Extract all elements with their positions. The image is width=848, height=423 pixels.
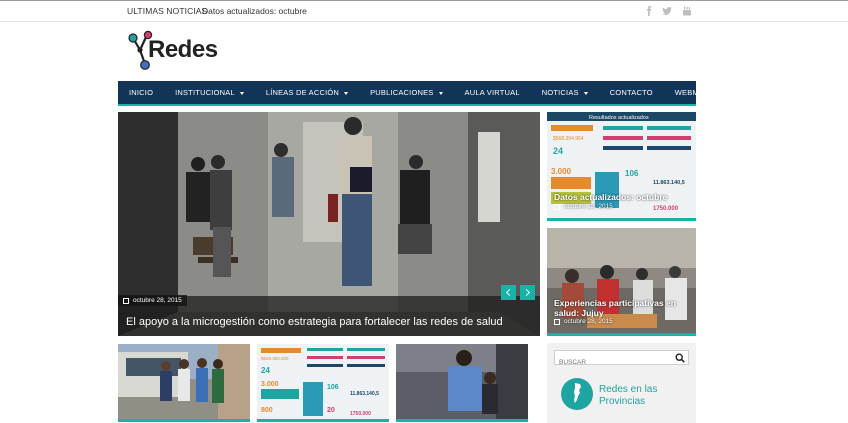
svg-text:11.863.140,5: 11.863.140,5 (653, 180, 685, 186)
main-nav: INICIO INSTITUCIONAL LÍNEAS DE ACCIÓN PU… (118, 81, 711, 106)
nav-item-publicaciones[interactable]: PUBLICACIONES (359, 81, 453, 104)
provinces-link[interactable]: Redes en las Provincias (599, 384, 657, 408)
page: ULTIMAS NOTICIAS Datos actualizados: oct… (0, 0, 848, 423)
nav-item-noticias[interactable]: NOTICIAS (531, 81, 599, 104)
caret-down-icon (583, 91, 588, 95)
thumbnail-infographic[interactable]: $639.300.000 24 3.000 800 106 11.863.140… (257, 344, 389, 422)
svg-text:1750.000: 1750.000 (350, 411, 371, 417)
side-card-date: octubre 28, 2015 (554, 318, 613, 325)
svg-text:20: 20 (327, 407, 335, 414)
nav-item-inicio[interactable]: INICIO (118, 81, 164, 104)
svg-text:24: 24 (261, 366, 270, 375)
calendar-icon (554, 203, 560, 210)
chevron-left-icon (505, 288, 514, 297)
nurse-photo (396, 344, 528, 419)
calendar-icon (554, 318, 560, 325)
nav-item-lineas-de-accion[interactable]: LÍNEAS DE ACCIÓN (255, 81, 359, 104)
youtube-icon[interactable] (681, 5, 693, 17)
nav-item-institucional[interactable]: INSTITUCIONAL (164, 81, 255, 104)
svg-text:11.863.140,5: 11.863.140,5 (350, 391, 379, 397)
svg-text:$568.394.964: $568.394.964 (553, 136, 584, 142)
caret-down-icon (438, 91, 443, 95)
svg-text:3.000: 3.000 (551, 167, 572, 176)
side-card-title[interactable]: Experiencias participativas en salud: Ju… (554, 298, 694, 318)
slider-prev-button[interactable] (501, 285, 516, 300)
chevron-right-icon (522, 288, 531, 297)
side-card-jujuy[interactable]: Experiencias participativas en salud: Ju… (547, 228, 696, 336)
thumbnail-nurse-photo[interactable] (396, 344, 528, 422)
nav-item-aula-virtual[interactable]: AULA VIRTUAL (454, 81, 531, 104)
top-bar: ULTIMAS NOTICIAS Datos actualizados: oct… (0, 0, 848, 22)
search-input[interactable] (555, 356, 670, 369)
svg-text:106: 106 (625, 169, 639, 178)
side-card-title[interactable]: Datos actualizados: octubre (554, 192, 667, 202)
calendar-icon (123, 297, 129, 304)
caret-down-icon (239, 91, 244, 95)
facebook-icon[interactable] (643, 5, 655, 17)
slider-next-button[interactable] (520, 285, 535, 300)
sidebar-widget: Redes en las Provincias (547, 343, 696, 423)
svg-text:800: 800 (261, 407, 273, 414)
svg-text:1750.000: 1750.000 (653, 206, 679, 212)
site-title[interactable]: Redes (148, 36, 218, 64)
search-icon[interactable] (675, 353, 685, 363)
twitter-icon[interactable] (661, 5, 673, 17)
search-box (554, 350, 689, 369)
svg-text:$639.300.000: $639.300.000 (261, 356, 289, 361)
caret-down-icon (344, 91, 349, 95)
ticker-headline-link[interactable]: Datos actualizados: octubre (202, 6, 307, 16)
ticker-label: ULTIMAS NOTICIAS (127, 6, 208, 16)
svg-text:3.000: 3.000 (261, 381, 279, 388)
argentina-map-icon[interactable] (561, 378, 593, 410)
svg-text:24: 24 (553, 146, 563, 156)
thumbnail-group-photo[interactable] (118, 344, 250, 422)
group-photo (118, 344, 250, 419)
svg-text:106: 106 (327, 384, 339, 391)
nav-item-webmail[interactable]: WEBMAIL (664, 81, 722, 104)
nav-item-contacto[interactable]: CONTACTO (599, 81, 664, 104)
hero-title-link[interactable]: El apoyo a la microgestión como estrateg… (126, 316, 503, 328)
side-card-datos[interactable]: Resultados actualizados $568.394.964 24 … (547, 112, 696, 221)
infographic-thumbnail: $639.300.000 24 3.000 800 106 11.863.140… (257, 344, 389, 419)
side-card-date: octubre 28, 2015 (554, 203, 613, 210)
hero-date-badge: octubre 28, 2015 (118, 295, 187, 306)
svg-text:Resultados actualizados: Resultados actualizados (589, 115, 649, 121)
hero-slider[interactable]: octubre 28, 2015 El apoyo a la microgest… (118, 112, 540, 336)
